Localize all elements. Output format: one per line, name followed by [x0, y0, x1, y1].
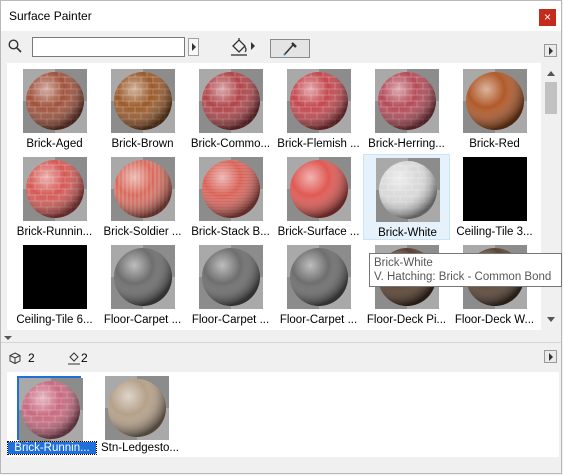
surface-tile[interactable]: Floor-Carpet ...: [187, 242, 274, 328]
elements-count: 2: [28, 351, 35, 365]
cube-icon: [9, 352, 21, 364]
surface-painter-window: Surface Painter × Brick-Aged Brick-Brown…: [0, 0, 562, 474]
recent-surface-tile[interactable]: Brick-Runnin...: [7, 374, 97, 457]
surface-label: Brick-Soldier ...: [103, 226, 182, 238]
scroll-down-icon[interactable]: [547, 317, 555, 322]
surface-tile[interactable]: Brick-Stack B...: [187, 154, 274, 240]
surface-label: Brick-Runnin...: [16, 226, 93, 238]
scroll-thumb[interactable]: [545, 82, 557, 114]
paint-bucket-small-icon: [68, 352, 80, 365]
surface-tile[interactable]: Brick-Soldier ...: [99, 154, 186, 240]
surface-thumbnail: [199, 157, 263, 221]
eyedropper-icon: [283, 42, 297, 56]
surface-label: Brick-Brown: [111, 138, 174, 150]
painted-count: 2: [81, 351, 88, 365]
surface-label: Brick-Stack B...: [191, 226, 270, 238]
recent-surface-thumbnail: [17, 376, 83, 442]
surface-thumbnail: [23, 245, 87, 309]
surface-thumbnail: [111, 69, 175, 133]
tooltip-hatching: V. Hatching: Brick - Common Bond: [374, 271, 552, 283]
surface-label: Brick-Aged: [26, 138, 83, 150]
surface-tile[interactable]: Brick-Brown: [99, 66, 186, 152]
surface-thumbnail: [463, 157, 527, 221]
surface-grid: Brick-Aged Brick-Brown Brick-Commo... Brick…: [7, 63, 541, 330]
stats-bar: 2 2: [1, 345, 561, 371]
eyedropper-button[interactable]: [270, 39, 310, 58]
surface-label: Brick-Surface ...: [277, 226, 360, 238]
surface-tile[interactable]: Brick-Surface ...: [275, 154, 362, 240]
surface-label: Ceiling-Tile 3...: [456, 226, 533, 238]
recent-surface-label: Brick-Runnin...: [7, 441, 97, 455]
surface-tile[interactable]: Brick-Flemish ...: [275, 66, 362, 152]
surface-thumbnail: [376, 158, 440, 222]
search-dropdown-button[interactable]: [188, 38, 199, 56]
surface-tile[interactable]: Brick-Aged: [11, 66, 98, 152]
title-bar: Surface Painter ×: [1, 1, 561, 31]
search-icon: [8, 39, 22, 53]
surface-thumbnail: [23, 69, 87, 133]
surface-thumbnail: [199, 245, 263, 309]
surface-label: Floor-Carpet ...: [279, 314, 358, 326]
recent-surface-tile[interactable]: Stn-Ledgesto...: [96, 374, 184, 457]
recent-menu-button[interactable]: [544, 350, 557, 363]
recent-surface-label: Stn-Ledgesto...: [101, 442, 179, 454]
paint-options-arrow[interactable]: [251, 42, 255, 50]
surface-tile[interactable]: Brick-Red: [451, 66, 538, 152]
recent-surface-thumbnail: [105, 376, 169, 440]
surface-tile[interactable]: Brick-Commo...: [187, 66, 274, 152]
surface-tile[interactable]: Brick-Herring...: [363, 66, 450, 152]
surface-label: Floor-Carpet ...: [103, 314, 182, 326]
surface-label: Brick-Red: [469, 138, 520, 150]
surface-label: Brick-Commo...: [190, 138, 271, 150]
close-icon: ×: [543, 10, 551, 24]
window-title: Surface Painter: [9, 9, 92, 23]
separator-line: [1, 342, 561, 343]
surface-tile[interactable]: Brick-Runnin...: [11, 154, 98, 240]
surface-thumbnail: [199, 69, 263, 133]
surface-label: Floor-Carpet ...: [191, 314, 270, 326]
scroll-up-icon[interactable]: [547, 71, 555, 76]
recent-surfaces: Brick-Runnin... Stn-Ledgesto...: [7, 372, 559, 457]
surface-tile[interactable]: Floor-Carpet ...: [99, 242, 186, 328]
surface-thumbnail: [111, 245, 175, 309]
surface-tooltip: Brick-White V. Hatching: Brick - Common …: [369, 253, 562, 287]
tooltip-title: Brick-White: [374, 257, 433, 269]
surface-thumbnail: [111, 157, 175, 221]
surface-label: Floor-Deck W...: [454, 314, 535, 326]
surface-tile[interactable]: Floor-Carpet ...: [275, 242, 362, 328]
surface-label: Brick-Herring...: [368, 138, 445, 150]
surface-label: Brick-Flemish ...: [277, 138, 360, 150]
surface-label: Ceiling-Tile 6...: [16, 314, 93, 326]
surface-tile[interactable]: Ceiling-Tile 3...: [451, 154, 538, 240]
search-input[interactable]: [32, 37, 185, 57]
surface-thumbnail: [23, 157, 87, 221]
surface-label: Floor-Deck Pi...: [366, 314, 447, 326]
surface-label: Brick-White: [378, 227, 437, 239]
surface-thumbnail: [287, 69, 351, 133]
paint-bucket-icon[interactable]: [229, 37, 249, 57]
surface-thumbnail: [287, 245, 351, 309]
grid-scrollbar[interactable]: [542, 63, 559, 330]
panel-menu-button[interactable]: [544, 44, 557, 57]
surface-thumbnail: [375, 69, 439, 133]
toolbar: [1, 31, 561, 61]
surface-thumbnail: [463, 69, 527, 133]
surface-tile[interactable]: Brick-White: [363, 154, 450, 240]
surface-tile[interactable]: Ceiling-Tile 6...: [11, 242, 98, 328]
panel-divider[interactable]: [1, 331, 561, 345]
close-button[interactable]: ×: [539, 9, 556, 26]
surface-thumbnail: [287, 157, 351, 221]
collapse-arrow-icon[interactable]: [4, 336, 12, 340]
